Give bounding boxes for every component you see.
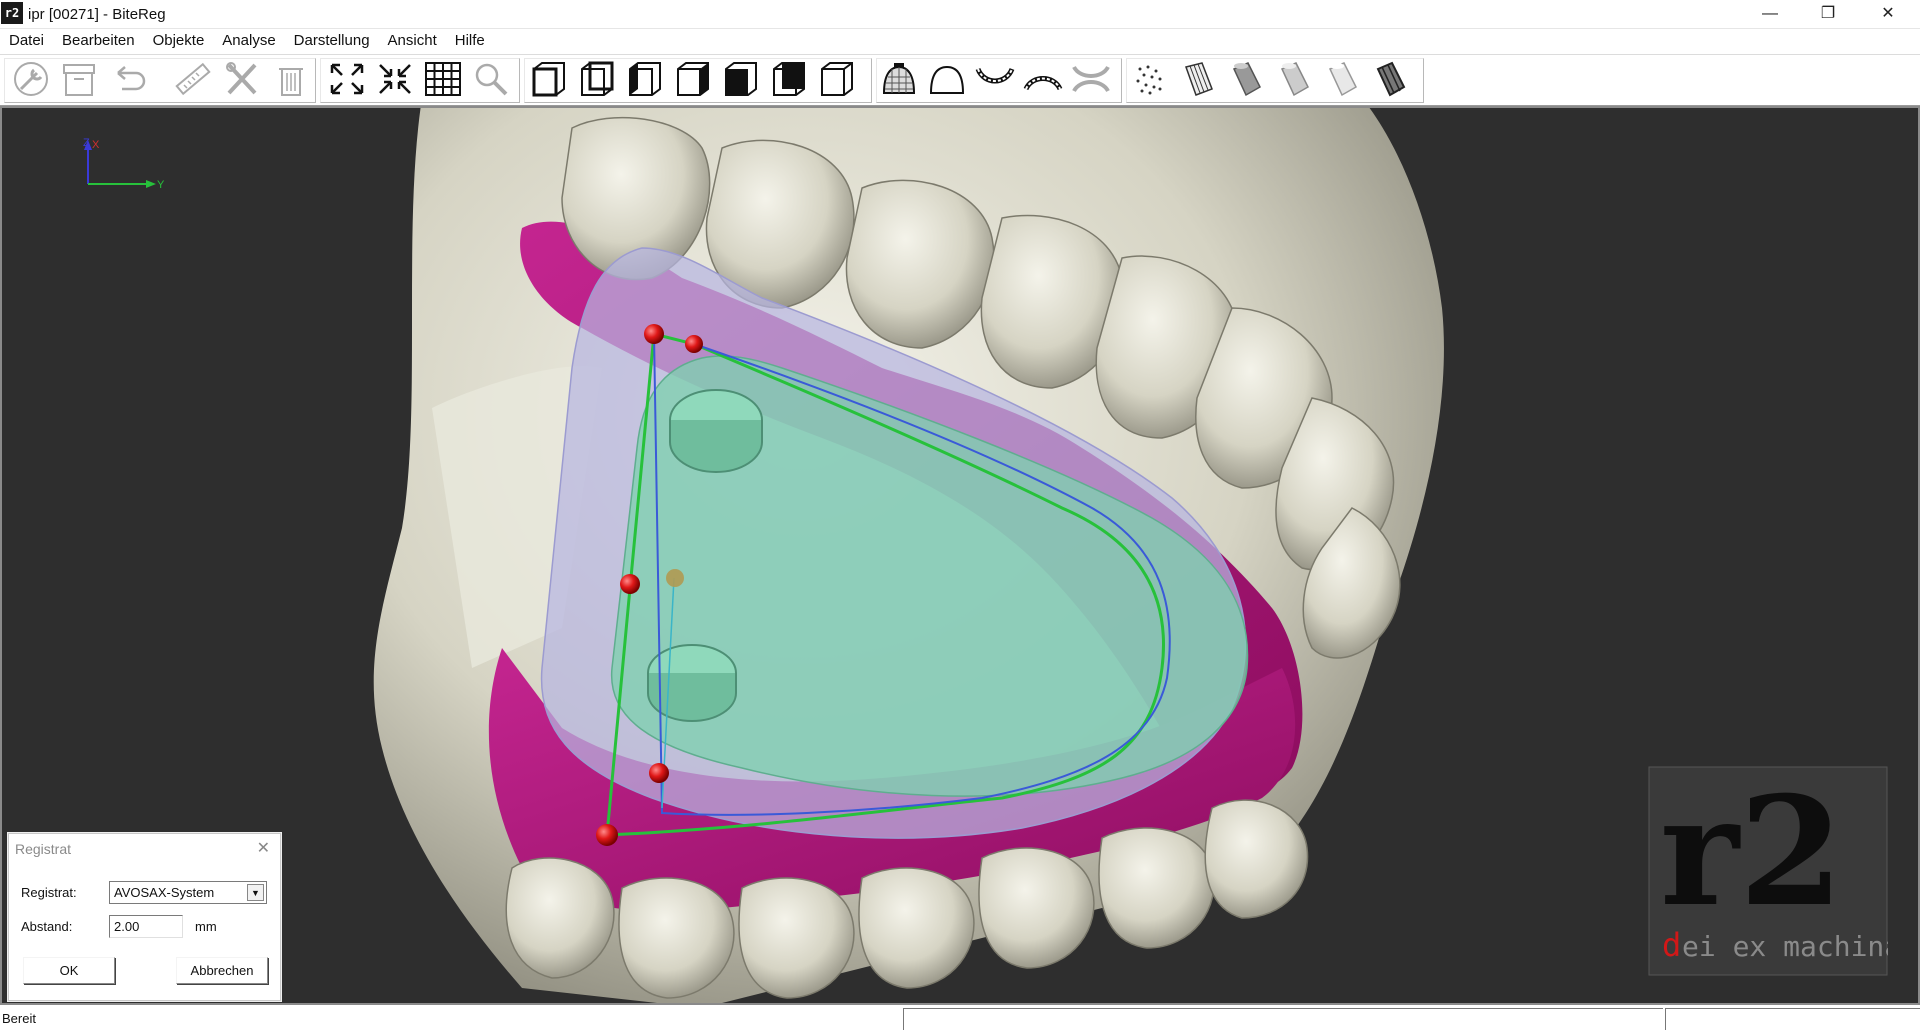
abstand-unit: mm (195, 919, 217, 934)
cylinder-light-icon[interactable] (1274, 59, 1316, 99)
trash-icon[interactable] (270, 59, 312, 99)
fit-view-icon[interactable] (326, 59, 368, 99)
model-dome-icon[interactable] (926, 59, 968, 99)
registrat-label: Registrat: (21, 885, 77, 900)
axis-z-label: Z (83, 137, 90, 149)
dialog-close-icon[interactable]: ✕ (257, 838, 270, 858)
lower-jaw-icon[interactable] (1022, 59, 1064, 99)
ruler-icon[interactable] (172, 59, 214, 99)
dialog-title: Registrat (15, 841, 72, 857)
cylinder-gray-icon[interactable] (1226, 59, 1268, 99)
cylinder-dark-icon[interactable] (1370, 59, 1412, 99)
logo-tagline-rest: ei ex machina (1682, 930, 1888, 963)
abstand-input[interactable]: 2.00 (109, 915, 183, 938)
zoom-in-view-icon[interactable] (374, 59, 416, 99)
logo-mark: r2 (1660, 766, 1843, 940)
magnifier-icon[interactable] (470, 59, 512, 99)
cylinder-white-icon[interactable] (1322, 59, 1364, 99)
registrat-dialog: Registrat ✕ Registrat: AVOSAX-System ▼ A… (8, 833, 281, 1001)
3d-viewport[interactable]: X Z Y r2 d ei ex machina (0, 106, 1920, 1005)
toolbar (0, 54, 1920, 106)
cube-view-2-icon[interactable] (576, 59, 618, 99)
registrat-select[interactable]: AVOSAX-System ▼ (109, 881, 267, 904)
cancel-button[interactable]: Abbrechen (176, 957, 268, 984)
status-pane-2 (1665, 1008, 1920, 1030)
restore-button[interactable]: ❐ (1800, 0, 1856, 29)
abstand-label: Abstand: (21, 919, 73, 934)
menu-bearbeiten[interactable]: Bearbeiten (53, 29, 144, 54)
registrat-select-value: AVOSAX-System (114, 885, 215, 900)
undo-icon[interactable] (108, 59, 150, 99)
cube-view-3-icon[interactable] (624, 59, 666, 99)
crossed-tools-icon[interactable] (221, 59, 263, 99)
axis-y-label: Y (157, 179, 165, 191)
menu-hilfe[interactable]: Hilfe (446, 29, 494, 54)
cylinder-wire-icon[interactable] (1178, 59, 1220, 99)
upper-jaw-icon[interactable] (974, 59, 1016, 99)
close-button[interactable]: ✕ (1860, 0, 1916, 29)
status-text: Bereit (2, 1011, 36, 1026)
menu-bar: Datei Bearbeiten Objekte Analyse Darstel… (0, 29, 1920, 54)
logo-tagline-first: d (1662, 926, 1681, 964)
tools-icon[interactable] (10, 59, 52, 99)
cube-view-4-icon[interactable] (672, 59, 714, 99)
menu-datei[interactable]: Datei (0, 29, 53, 54)
menu-analyse[interactable]: Analyse (213, 29, 284, 54)
minimize-button[interactable]: — (1742, 0, 1798, 29)
cube-view-5-icon[interactable] (720, 59, 762, 99)
chevron-down-icon[interactable]: ▼ (247, 884, 264, 901)
cube-view-7-icon[interactable] (816, 59, 858, 99)
cube-view-6-icon[interactable] (768, 59, 810, 99)
axis-x-label: X (92, 139, 100, 151)
status-bar: Bereit (0, 1005, 1920, 1030)
menu-darstellung[interactable]: Darstellung (285, 29, 379, 54)
status-pane-1 (903, 1008, 1663, 1030)
ok-button[interactable]: OK (23, 957, 115, 984)
window-title: ipr [00271] - BiteReg (28, 6, 166, 23)
archive-icon[interactable] (58, 59, 100, 99)
both-jaws-icon[interactable] (1070, 59, 1112, 99)
dental-scene[interactable] (2, 108, 1918, 1003)
r2-logo: r2 d ei ex machina (1648, 766, 1888, 976)
grid-icon[interactable] (422, 59, 464, 99)
menu-objekte[interactable]: Objekte (144, 29, 214, 54)
menu-ansicht[interactable]: Ansicht (379, 29, 446, 54)
point-cloud-icon[interactable] (1130, 59, 1172, 99)
title-bar: r2 ipr [00271] - BiteReg — ❐ ✕ (0, 0, 1920, 29)
cube-view-1-icon[interactable] (528, 59, 570, 99)
app-icon: r2 (1, 2, 23, 24)
axis-triad: X Z Y (83, 137, 165, 191)
model-dome-mesh-icon[interactable] (878, 59, 920, 99)
